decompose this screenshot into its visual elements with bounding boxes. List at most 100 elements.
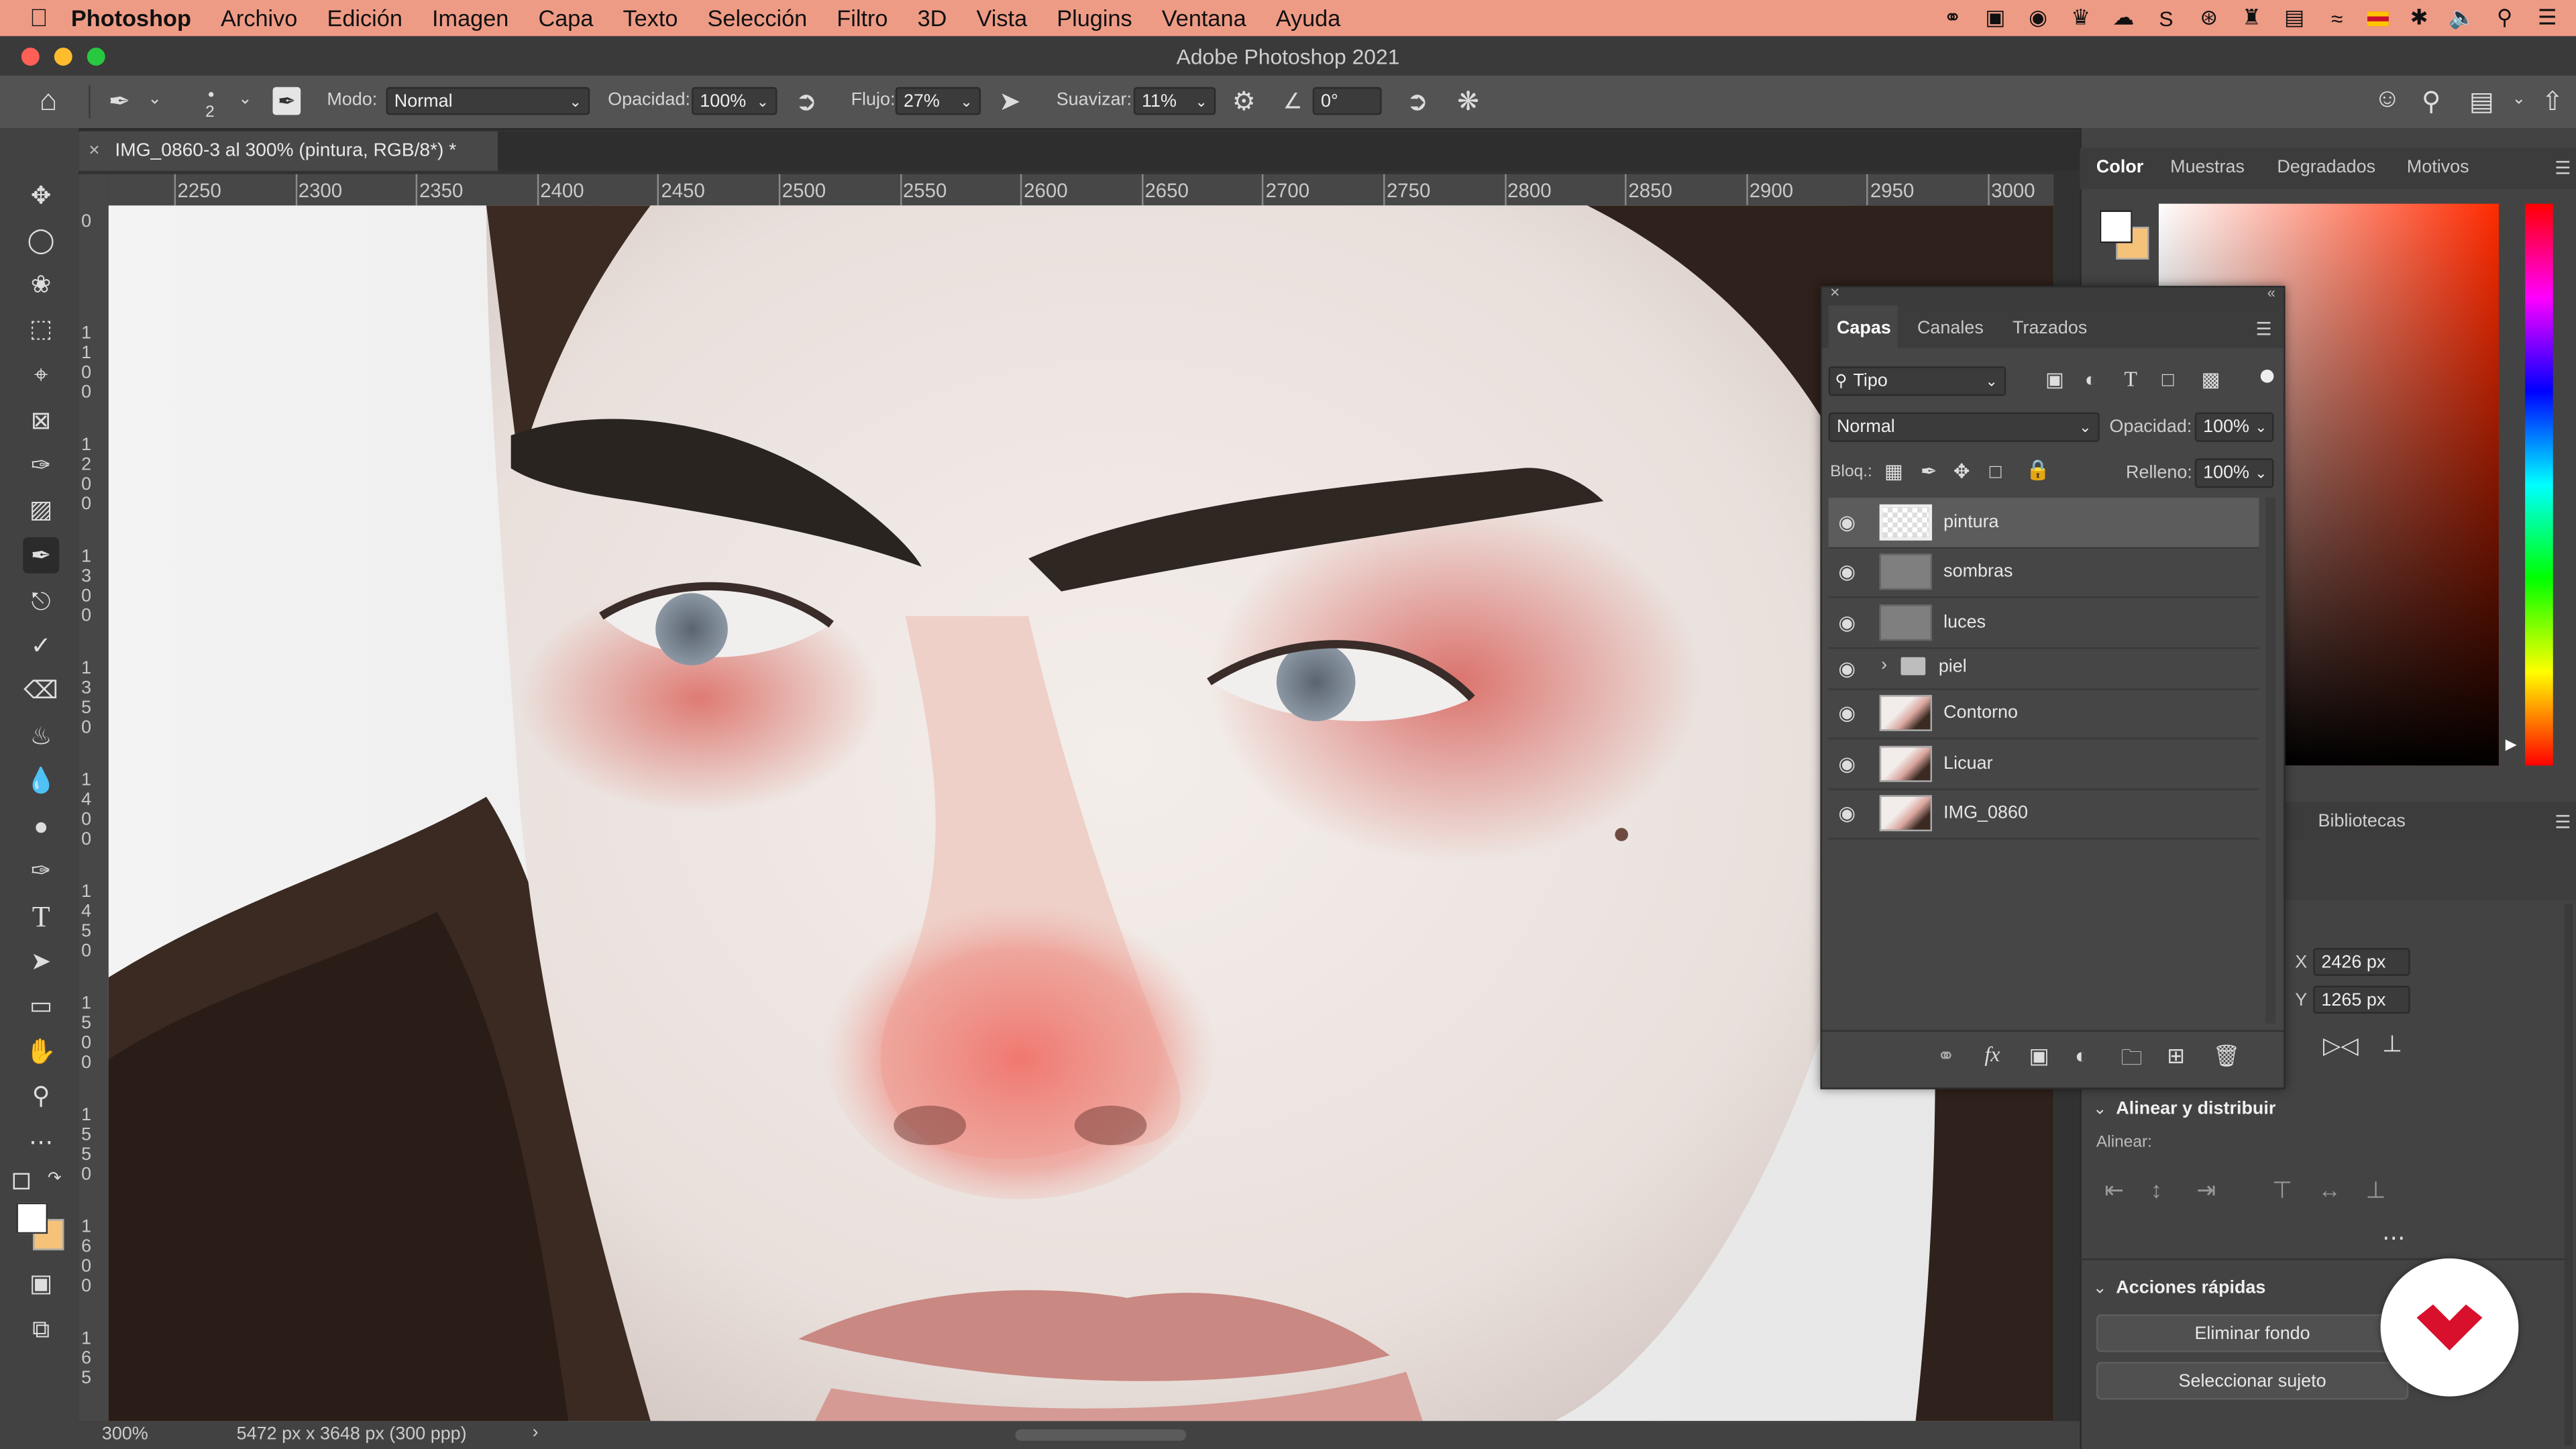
apple-icon[interactable]:  bbox=[30, 4, 48, 32]
color-fg-swatch[interactable] bbox=[2099, 210, 2133, 244]
menu-3d[interactable]: 3D bbox=[918, 5, 947, 31]
crown-icon[interactable]: ♛ bbox=[2068, 5, 2093, 30]
search-people-icon[interactable]: ☺ bbox=[2374, 85, 2401, 115]
type-tool-icon[interactable]: T bbox=[23, 899, 59, 935]
menu-ayuda[interactable]: Ayuda bbox=[1276, 5, 1341, 31]
menu-filtro[interactable]: Filtro bbox=[837, 5, 888, 31]
history-brush-tool-icon[interactable]: ✓ bbox=[23, 628, 59, 664]
paint-bucket-tool-icon[interactable]: ♨ bbox=[23, 718, 59, 754]
horizontal-scrollbar[interactable] bbox=[1015, 1429, 1187, 1441]
panel-menu-icon[interactable]: ☰ bbox=[2255, 319, 2271, 340]
weather-icon[interactable]: ☁ bbox=[2111, 5, 2136, 30]
layer-row-img-0860[interactable]: ◉ IMG_0860 bbox=[1828, 789, 2259, 840]
link-layers-icon[interactable]: ⚭ bbox=[1937, 1043, 1955, 1069]
layer-row-piel-group[interactable]: ◉ › piel bbox=[1828, 647, 2259, 690]
align-middle-v-icon[interactable]: ↔ bbox=[2318, 1176, 2341, 1202]
search-icon[interactable]: ⚲ bbox=[2422, 85, 2441, 118]
collapse-panel-icon[interactable]: « bbox=[2267, 284, 2275, 301]
align-bottom-icon[interactable]: ⊥ bbox=[2366, 1176, 2386, 1204]
workspace-icon[interactable]: ▤ bbox=[2469, 85, 2494, 118]
visibility-eye-icon[interactable]: ◉ bbox=[1838, 511, 1856, 534]
filter-smart-object-icon[interactable]: ▩ bbox=[2202, 368, 2220, 391]
menu-plugins[interactable]: Plugins bbox=[1057, 5, 1132, 31]
lasso-tool-icon[interactable]: ❀ bbox=[23, 266, 59, 303]
layer-row-licuar[interactable]: ◉ Licuar bbox=[1828, 739, 2259, 790]
screen-mode-icon[interactable]: ⧉ bbox=[23, 1311, 59, 1347]
blur-tool-icon[interactable]: 💧 bbox=[23, 762, 59, 798]
properties-scrollbar[interactable] bbox=[2564, 903, 2573, 1446]
app-status-icon[interactable]: ▣ bbox=[1983, 5, 2008, 30]
align-left-icon[interactable]: ⇤ bbox=[2104, 1176, 2124, 1204]
home-icon[interactable]: ⌂ bbox=[40, 84, 58, 118]
fx-icon[interactable]: fx bbox=[1984, 1042, 2000, 1068]
opacity-input[interactable]: 100% ⌄ bbox=[692, 87, 777, 115]
close-tab-icon[interactable]: × bbox=[89, 131, 99, 171]
layer-opacity-input[interactable]: 100% ⌄ bbox=[2194, 412, 2274, 442]
hand-tool-icon[interactable]: ✋ bbox=[23, 1033, 59, 1069]
tab-trazados[interactable]: Trazados bbox=[2012, 319, 2087, 338]
menu-edicion[interactable]: Edición bbox=[327, 5, 402, 31]
add-mask-icon[interactable]: ▣ bbox=[2029, 1043, 2049, 1069]
default-colors-icon[interactable] bbox=[13, 1173, 30, 1190]
zoom-tool-icon[interactable]: ⚲ bbox=[23, 1078, 59, 1114]
panel-menu-icon[interactable]: ☰ bbox=[2555, 158, 2571, 179]
path-select-tool-icon[interactable]: ➤ bbox=[23, 943, 59, 979]
adjustment-layer-icon[interactable]: ◐ bbox=[2075, 1043, 2088, 1068]
align-right-icon[interactable]: ⇥ bbox=[2196, 1176, 2216, 1204]
visibility-eye-icon[interactable]: ◉ bbox=[1838, 802, 1856, 824]
visibility-eye-icon[interactable]: ◉ bbox=[1838, 753, 1856, 775]
move-tool-icon[interactable]: ✥ bbox=[23, 177, 59, 213]
brush-preset-dot[interactable] bbox=[209, 92, 214, 97]
chevron-right-icon[interactable]: › bbox=[532, 1423, 538, 1442]
chevron-down-icon[interactable]: ⌄ bbox=[2093, 1280, 2107, 1298]
document-canvas[interactable] bbox=[108, 205, 2054, 1421]
search-icon[interactable]: ⚲ bbox=[2492, 5, 2517, 30]
chevron-right-icon[interactable]: › bbox=[1881, 655, 1887, 675]
x-position-input[interactable]: 2426 px bbox=[2313, 948, 2410, 976]
flow-input[interactable]: 27% ⌄ bbox=[895, 87, 981, 115]
document-tab[interactable]: × IMG_0860-3 al 300% (pintura, RGB/8*) * bbox=[78, 131, 498, 171]
layer-filter-select[interactable]: ⚲ Tipo ⌄ bbox=[1828, 366, 2006, 396]
brush-tool-icon[interactable]: ✒ bbox=[109, 85, 131, 118]
tab-motivos[interactable]: Motivos bbox=[2407, 158, 2469, 177]
dodge-tool-icon[interactable]: ● bbox=[23, 808, 59, 845]
quick-mask-icon[interactable]: ▣ bbox=[23, 1265, 59, 1301]
panel-menu-icon[interactable]: ☰ bbox=[2555, 812, 2571, 833]
flip-horizontal-icon[interactable]: ▷◁ bbox=[2323, 1032, 2359, 1060]
clone-stamp-tool-icon[interactable]: ⎋ bbox=[23, 583, 59, 619]
menu-imagen[interactable]: Imagen bbox=[432, 5, 508, 31]
visibility-eye-icon[interactable]: ◉ bbox=[1838, 560, 1856, 583]
angle-input[interactable]: 0° bbox=[1312, 87, 1382, 115]
menu-capa[interactable]: Capa bbox=[538, 5, 593, 31]
fill-input[interactable]: 100% ⌄ bbox=[2194, 458, 2274, 488]
crop-tool-icon[interactable]: ⌖ bbox=[23, 356, 59, 392]
object-select-tool-icon[interactable]: ⬚ bbox=[23, 311, 59, 347]
castle-icon[interactable]: ♜ bbox=[2239, 5, 2264, 30]
pen-tool-icon[interactable]: ✑ bbox=[23, 853, 59, 889]
layer-row-pintura[interactable]: ◉ pintura bbox=[1828, 498, 2259, 549]
mode-select[interactable]: Normal ⌄ bbox=[386, 87, 590, 115]
filter-toggle-icon[interactable] bbox=[2260, 370, 2274, 383]
tab-color[interactable]: Color bbox=[2096, 158, 2143, 177]
brush-tool-icon[interactable]: ✒ bbox=[23, 537, 60, 574]
volume-icon[interactable]: 🔈 bbox=[2449, 5, 2475, 30]
maximize-window-button[interactable] bbox=[87, 48, 105, 66]
chevron-down-icon[interactable]: ⌄ bbox=[2093, 1101, 2107, 1119]
s-app-icon[interactable]: S bbox=[2154, 6, 2179, 31]
chevron-down-icon[interactable]: ⌄ bbox=[2512, 91, 2526, 109]
align-section-title[interactable]: Alinear y distribuir bbox=[2116, 1099, 2275, 1118]
new-group-icon[interactable]: 🗀 bbox=[2121, 1043, 2143, 1079]
layer-row-contorno[interactable]: ◉ Contorno bbox=[1828, 688, 2259, 740]
close-window-button[interactable] bbox=[21, 48, 40, 66]
creative-cloud-icon[interactable]: ⚭ bbox=[1940, 5, 1965, 30]
visibility-eye-icon[interactable]: ◉ bbox=[1838, 702, 1856, 724]
share-icon[interactable]: ⇧ bbox=[2542, 85, 2564, 118]
close-panel-icon[interactable]: × bbox=[1830, 284, 1839, 303]
filter-shape-icon[interactable]: □ bbox=[2162, 368, 2174, 391]
select-subject-button[interactable]: Seleccionar sujeto bbox=[2096, 1362, 2409, 1400]
lock-position-icon[interactable]: ✥ bbox=[1953, 460, 1970, 483]
layer-row-sombras[interactable]: ◉ sombras bbox=[1828, 547, 2259, 598]
lock-pixels-icon[interactable]: ✒ bbox=[1921, 460, 1937, 483]
tab-bibliotecas[interactable]: Bibliotecas bbox=[2318, 812, 2406, 831]
lock-transparency-icon[interactable]: ▦ bbox=[1884, 460, 1903, 483]
